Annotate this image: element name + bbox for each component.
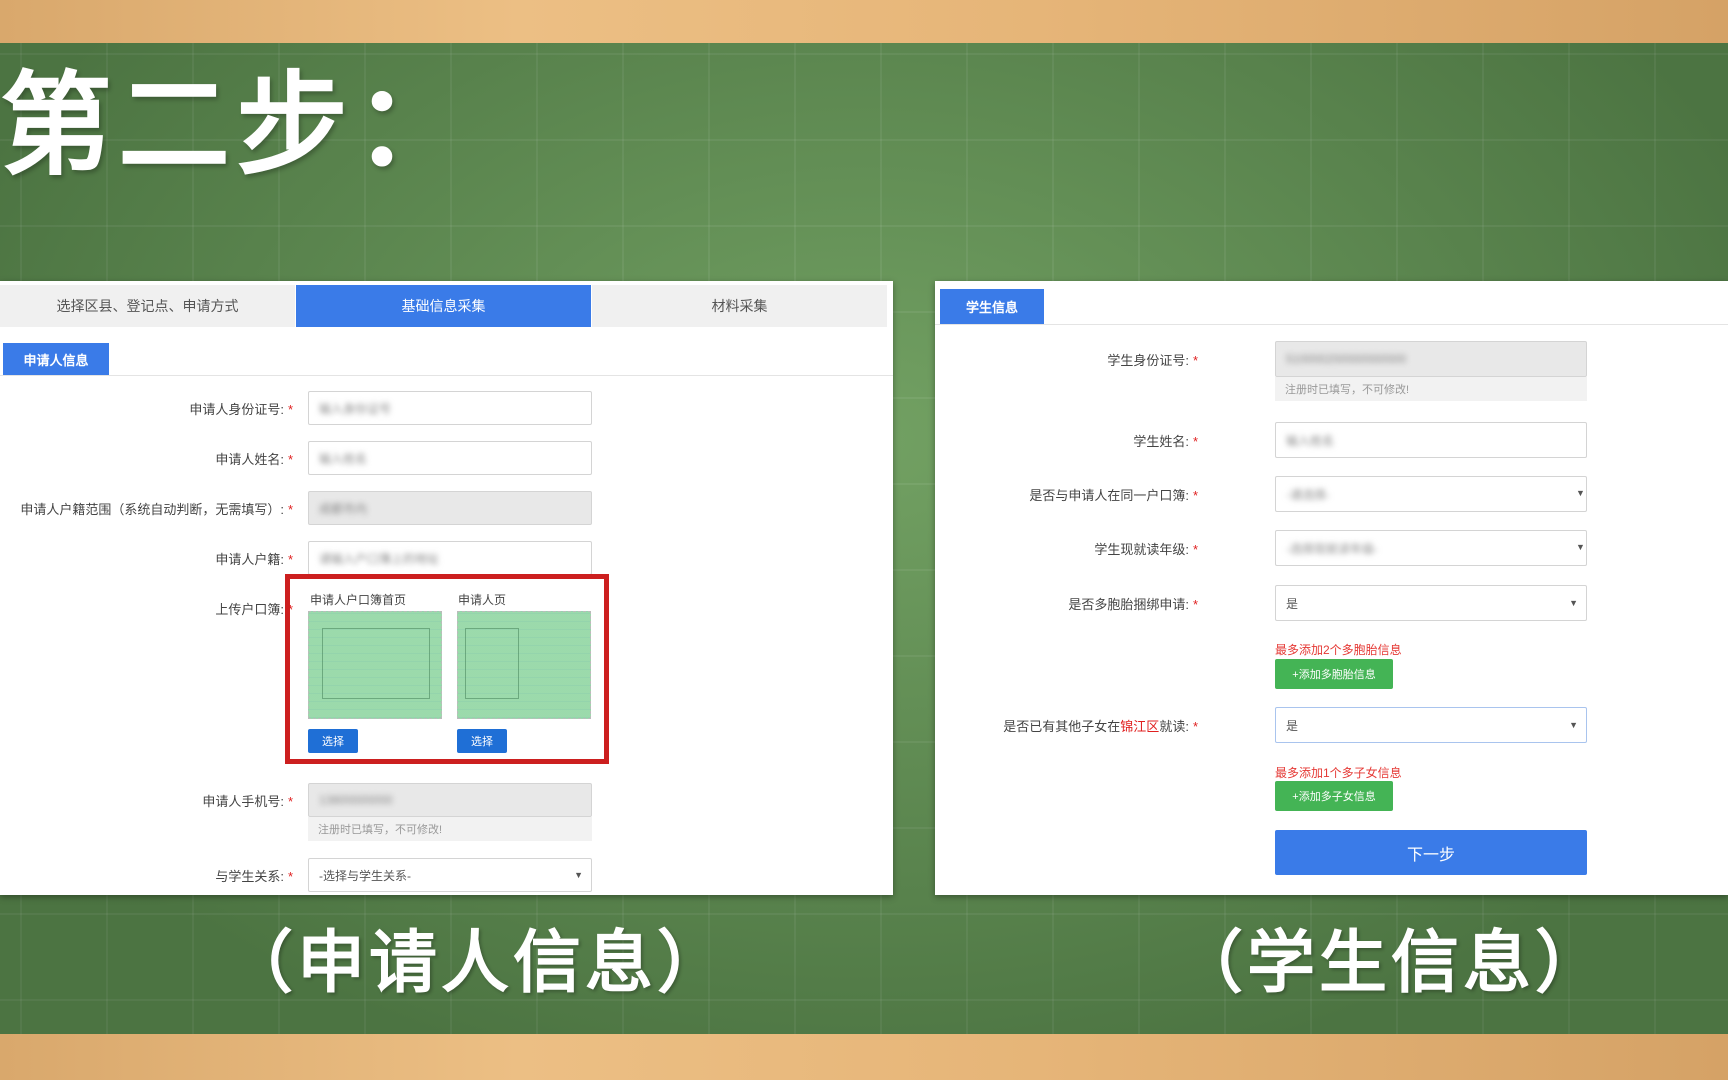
- hukou-scope-label: 申请人户籍范围（系统自动判断，无需填写）: *: [20, 502, 293, 517]
- applicant-name-input[interactable]: 输入姓名: [308, 441, 592, 475]
- upload-hukou-label: 上传户口簿: *: [215, 602, 293, 617]
- hukou-input[interactable]: 请输入户口簿上的地址: [308, 541, 592, 575]
- multiple-birth-label: 是否多胞胎捆绑申请: *: [1068, 597, 1198, 612]
- applicant-phone-field: 13800000000: [308, 783, 592, 817]
- chevron-down-icon: ▼: [1576, 542, 1585, 552]
- chevron-down-icon: ▼: [574, 870, 583, 880]
- hukou-scope-field: 成都市内: [308, 491, 592, 525]
- chevron-down-icon: ▼: [1569, 720, 1578, 730]
- grade-label: 学生现就读年级: *: [1094, 542, 1198, 557]
- student-name-label: 学生姓名: *: [1133, 434, 1198, 449]
- multiple-birth-limit-note: 最多添加2个多胞胎信息: [1275, 643, 1402, 657]
- applicant-name-label: 申请人姓名: *: [215, 452, 293, 467]
- chevron-down-icon: ▼: [1569, 598, 1578, 608]
- same-hukou-select[interactable]: -请选择-: [1275, 476, 1587, 512]
- phone-readonly-hint: 注册时已填写，不可修改!: [308, 817, 592, 841]
- sibling-select[interactable]: 是 ▼: [1275, 707, 1587, 743]
- applicant-id-input[interactable]: 输入身份证号: [308, 391, 592, 425]
- student-id-readonly-hint: 注册时已填写，不可修改!: [1275, 377, 1587, 401]
- upload-highlight-box: [285, 574, 609, 764]
- applicant-id-label: 申请人身份证号: *: [189, 402, 293, 417]
- progress-steps: 选择区县、登记点、申请方式 基础信息采集 材料采集: [0, 285, 888, 327]
- chevron-down-icon: ▼: [1576, 488, 1585, 498]
- applicant-info-caption: （申请人信息）: [225, 924, 730, 1003]
- wood-frame-bottom: [0, 1034, 1728, 1080]
- hukou-label: 申请人户籍: *: [215, 552, 293, 567]
- student-name-input[interactable]: 输入姓名: [1275, 422, 1587, 458]
- student-id-field: 510000200000000000: [1275, 341, 1587, 377]
- section-divider: [935, 324, 1728, 325]
- next-step-button[interactable]: 下一步: [1275, 830, 1587, 875]
- step-heading: 第二步：: [0, 61, 472, 191]
- step-basic-info[interactable]: 基础信息采集: [296, 285, 592, 327]
- add-multiple-birth-button[interactable]: +添加多胞胎信息: [1275, 659, 1393, 689]
- applicant-section-tab[interactable]: 申请人信息: [3, 343, 109, 375]
- student-form-screenshot: 学生信息 学生身份证号: * 510000200000000000 注册时已填写，…: [935, 281, 1728, 895]
- grade-select[interactable]: -选择现就读年级-: [1275, 530, 1587, 566]
- relation-select[interactable]: -选择与学生关系- ▼: [308, 858, 592, 892]
- sibling-label: 是否已有其他子女在锦江区就读: *: [1003, 719, 1198, 734]
- student-id-label: 学生身份证号: *: [1107, 353, 1198, 368]
- step-materials[interactable]: 材料采集: [592, 285, 888, 327]
- sibling-limit-note: 最多添加1个多子女信息: [1275, 766, 1402, 780]
- section-divider: [0, 375, 893, 376]
- same-hukou-label: 是否与申请人在同一户口簿: *: [1029, 488, 1198, 503]
- multiple-birth-select[interactable]: 是 ▼: [1275, 585, 1587, 621]
- relation-label: 与学生关系: *: [215, 869, 293, 884]
- add-sibling-button[interactable]: +添加多子女信息: [1275, 781, 1393, 811]
- student-info-caption: （学生信息）: [1175, 924, 1608, 1003]
- applicant-phone-label: 申请人手机号: *: [202, 794, 293, 809]
- student-section-tab[interactable]: 学生信息: [940, 289, 1044, 324]
- wood-frame-top: [0, 0, 1728, 43]
- step-select-district[interactable]: 选择区县、登记点、申请方式: [0, 285, 296, 327]
